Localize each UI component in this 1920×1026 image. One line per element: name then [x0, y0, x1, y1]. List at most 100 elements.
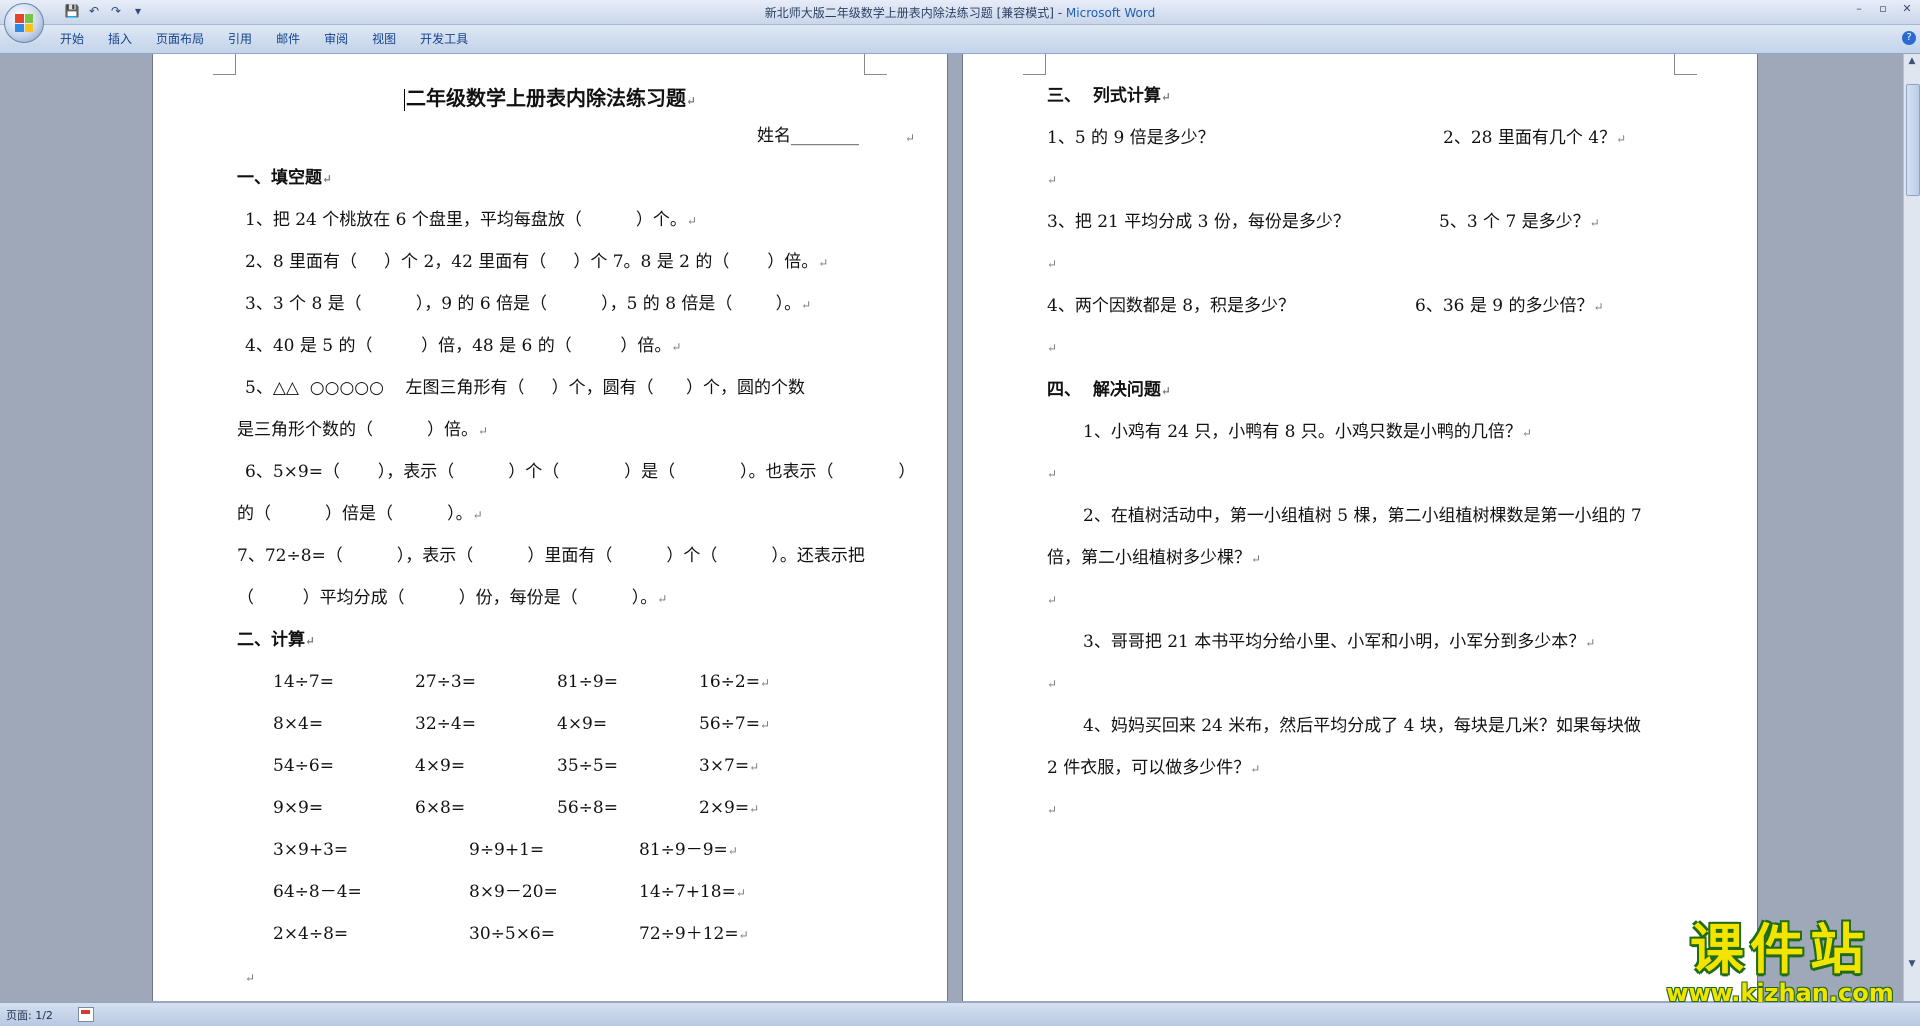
paragraph-mark: ↵ — [905, 131, 916, 145]
question-text: 2、28 里面有几个 4？ — [1443, 128, 1617, 148]
tab-page-layout[interactable]: 页面布局 — [144, 30, 216, 48]
question-text: 的（ ）倍是（ ）。 — [237, 504, 473, 524]
paragraph-mark: ↵ — [1593, 300, 1604, 314]
word-calc-4: 4、两个因数都是 8，积是多少？ — [1047, 296, 1296, 316]
question-text: 6、5×9=（ ），表示（ ）个（ ）是（ ）。也表示（ ） — [245, 462, 916, 482]
paragraph-mark: ↵ — [735, 886, 746, 900]
paragraph-mark: ↵ — [1047, 467, 1058, 481]
question-text: 3、哥哥把 21 本书平均分给小里、小军和小明，小军分到多少本？ — [1083, 632, 1586, 652]
proofing-icon[interactable] — [78, 1007, 94, 1022]
question-6-line-1: 6、5×9=（ ），表示（ ）个（ ）是（ ）。也表示（ ） — [245, 460, 915, 484]
page-2[interactable]: 三、 列式计算↵ 1、5 的 9 倍是多少？ 2、28 里面有几个 4？↵ ↵ … — [962, 54, 1758, 1001]
tab-review[interactable]: 审阅 — [312, 30, 360, 48]
help-icon[interactable]: ? — [1902, 31, 1916, 45]
page-1[interactable]: 二年级数学上册表内除法练习题↵ 姓名________ ↵ 一、填空题↵ 1、把 … — [152, 54, 948, 1001]
margin-corner-mark — [864, 54, 887, 75]
calc-cell: 64÷8－4= — [273, 882, 362, 902]
calc-cell: 81÷9= — [557, 672, 618, 692]
tab-references[interactable]: 引用 — [216, 30, 264, 48]
text-cursor — [403, 88, 405, 111]
calc-cell: 4×9= — [557, 714, 608, 734]
minimize-button[interactable]: – — [1850, 2, 1868, 16]
calc-text: 16÷2= — [699, 672, 760, 692]
page-number-indicator[interactable]: 页面: 1/2 — [6, 1007, 53, 1023]
tab-developer[interactable]: 开发工具 — [408, 30, 480, 48]
paragraph-mark: ↵ — [1047, 677, 1058, 691]
calc-cell: 16÷2=↵ — [699, 670, 770, 695]
scroll-down-icon[interactable]: ▼ — [1905, 957, 1919, 971]
paragraph-mark: ↵ — [305, 634, 316, 648]
question-text: 1、小鸡有 24 只，小鸭有 8 只。小鸡只数是小鸭的几倍？ — [1083, 422, 1522, 442]
paragraph-mark: ↵ — [657, 592, 668, 606]
section-heading-word-calc: 三、 列式计算↵ — [1047, 84, 1171, 109]
status-bar: 页面: 1/2 — [0, 1002, 1920, 1026]
document-title[interactable]: 二年级数学上册表内除法练习题↵ — [153, 82, 947, 111]
paragraph-mark: ↵ — [749, 760, 760, 774]
question-text: 5、3 个 7 是多少？ — [1439, 212, 1590, 232]
calc-cell: 35÷5= — [557, 756, 618, 776]
word-calc-1: 1、5 的 9 倍是多少？ — [1047, 128, 1215, 148]
margin-corner-mark — [213, 54, 236, 75]
title-bar: 💾 ↶ ↷ ▾ 新北师大版二年级数学上册表内除法练习题 [兼容模式] - Mic… — [0, 0, 1920, 43]
paragraph-mark: ↵ — [671, 340, 682, 354]
calc-cell: 72÷9＋12=↵ — [639, 922, 749, 947]
calc-cell: 9÷9+1= — [469, 840, 545, 860]
calc-cell: 81÷9－9=↵ — [639, 838, 738, 863]
tab-mailings[interactable]: 邮件 — [264, 30, 312, 48]
margin-corner-mark — [1023, 54, 1046, 75]
word-problem-3: 3、哥哥把 21 本书平均分给小里、小军和小明，小军分到多少本？↵ — [1083, 630, 1595, 655]
paragraph-mark: ↵ — [1047, 257, 1058, 271]
close-button[interactable]: ✕ — [1898, 2, 1916, 16]
question-text: 7、72÷8=（ ），表示（ ）里面有（ ）个（ ）。还表示把 — [237, 546, 865, 566]
section-heading-text: 二、计算 — [237, 630, 305, 650]
document-area[interactable]: 二年级数学上册表内除法练习题↵ 姓名________ ↵ 一、填空题↵ 1、把 … — [0, 54, 1904, 1001]
margin-corner-mark — [1674, 54, 1697, 75]
scroll-up-icon[interactable]: ▲ — [1905, 54, 1919, 68]
ribbon-tab-bar: 开始 插入 页面布局 引用 邮件 审阅 视图 开发工具 ? — [0, 25, 1920, 54]
calc-cell: 2×4÷8= — [273, 924, 349, 944]
section-heading-problems: 四、 解决问题↵ — [1047, 378, 1171, 403]
office-button[interactable] — [4, 3, 44, 43]
question-text: 倍，第二小组植树多少棵？ — [1047, 548, 1251, 568]
restore-button[interactable]: ▫ — [1874, 2, 1892, 16]
paragraph-mark: ↵ — [1251, 552, 1262, 566]
window-controls: – ▫ ✕ — [1850, 2, 1916, 16]
vertical-scrollbar[interactable]: ▲ ▼ — [1903, 54, 1920, 1001]
calc-cell: 3×7=↵ — [699, 754, 759, 779]
paragraph-mark: ↵ — [1160, 384, 1171, 398]
word-problem-1: 1、小鸡有 24 只，小鸭有 8 只。小鸡只数是小鸭的几倍？↵ — [1083, 420, 1532, 445]
paragraph-mark: ↵ — [1589, 216, 1600, 230]
question-4: 4、40 是 5 的（ ）倍，48 是 6 的（ ）倍。↵ — [245, 334, 681, 359]
scrollbar-thumb[interactable] — [1906, 84, 1920, 196]
document-title-text: 二年级数学上册表内除法练习题 — [405, 86, 686, 110]
paragraph-mark: ↵ — [1585, 636, 1596, 650]
tab-view[interactable]: 视图 — [360, 30, 408, 48]
word-problem-2-line-1: 2、在植树活动中，第一小组植树 5 棵，第二小组植树棵数是第一小组的 7 — [1083, 506, 1642, 526]
calc-cell: 54÷6= — [273, 756, 334, 776]
question-1: 1、把 24 个桃放在 6 个盘里，平均每盘放（ ）个。↵ — [245, 208, 697, 233]
paragraph-mark: ↵ — [759, 718, 770, 732]
question-text: 4、40 是 5 的（ ）倍，48 是 6 的（ ）倍。 — [245, 336, 672, 356]
tab-insert[interactable]: 插入 — [96, 30, 144, 48]
section-heading-text: 一、填空题 — [237, 168, 322, 188]
word-problem-2-line-2: 倍，第二小组植树多少棵？↵ — [1047, 546, 1261, 571]
tab-home[interactable]: 开始 — [48, 30, 96, 48]
paragraph-mark: ↵ — [1047, 593, 1058, 607]
question-text: 2、8 里面有（ ）个 2，42 里面有（ ）个 7。8 是 2 的（ ）倍。 — [245, 252, 819, 272]
paragraph-mark: ↵ — [1160, 90, 1171, 104]
paragraph-mark: ↵ — [727, 844, 738, 858]
paragraph-mark: ↵ — [1521, 426, 1532, 440]
word-calc-5: 5、3 个 7 是多少？↵ — [1439, 210, 1600, 235]
paragraph-mark: ↵ — [1047, 803, 1058, 817]
ribbon-tabs: 开始 插入 页面布局 引用 邮件 审阅 视图 开发工具 — [48, 30, 480, 48]
question-6-line-2: 的（ ）倍是（ ）。↵ — [237, 502, 483, 527]
paragraph-mark: ↵ — [472, 508, 483, 522]
window-title-document: 新北师大版二年级数学上册表内除法练习题 [兼容模式] - — [764, 6, 1066, 20]
calc-cell: 14÷7= — [273, 672, 334, 692]
paragraph-mark: ↵ — [1047, 341, 1058, 355]
calc-cell: 9×9= — [273, 798, 324, 818]
question-text: 3、3 个 8 是（ ），9 的 6 倍是（ ），5 的 8 倍是（ ）。 — [245, 294, 802, 314]
paragraph-mark: ↵ — [685, 94, 697, 108]
question-7-line-1: 7、72÷8=（ ），表示（ ）里面有（ ）个（ ）。还表示把 — [237, 544, 865, 568]
calc-cell: 27÷3= — [415, 672, 476, 692]
